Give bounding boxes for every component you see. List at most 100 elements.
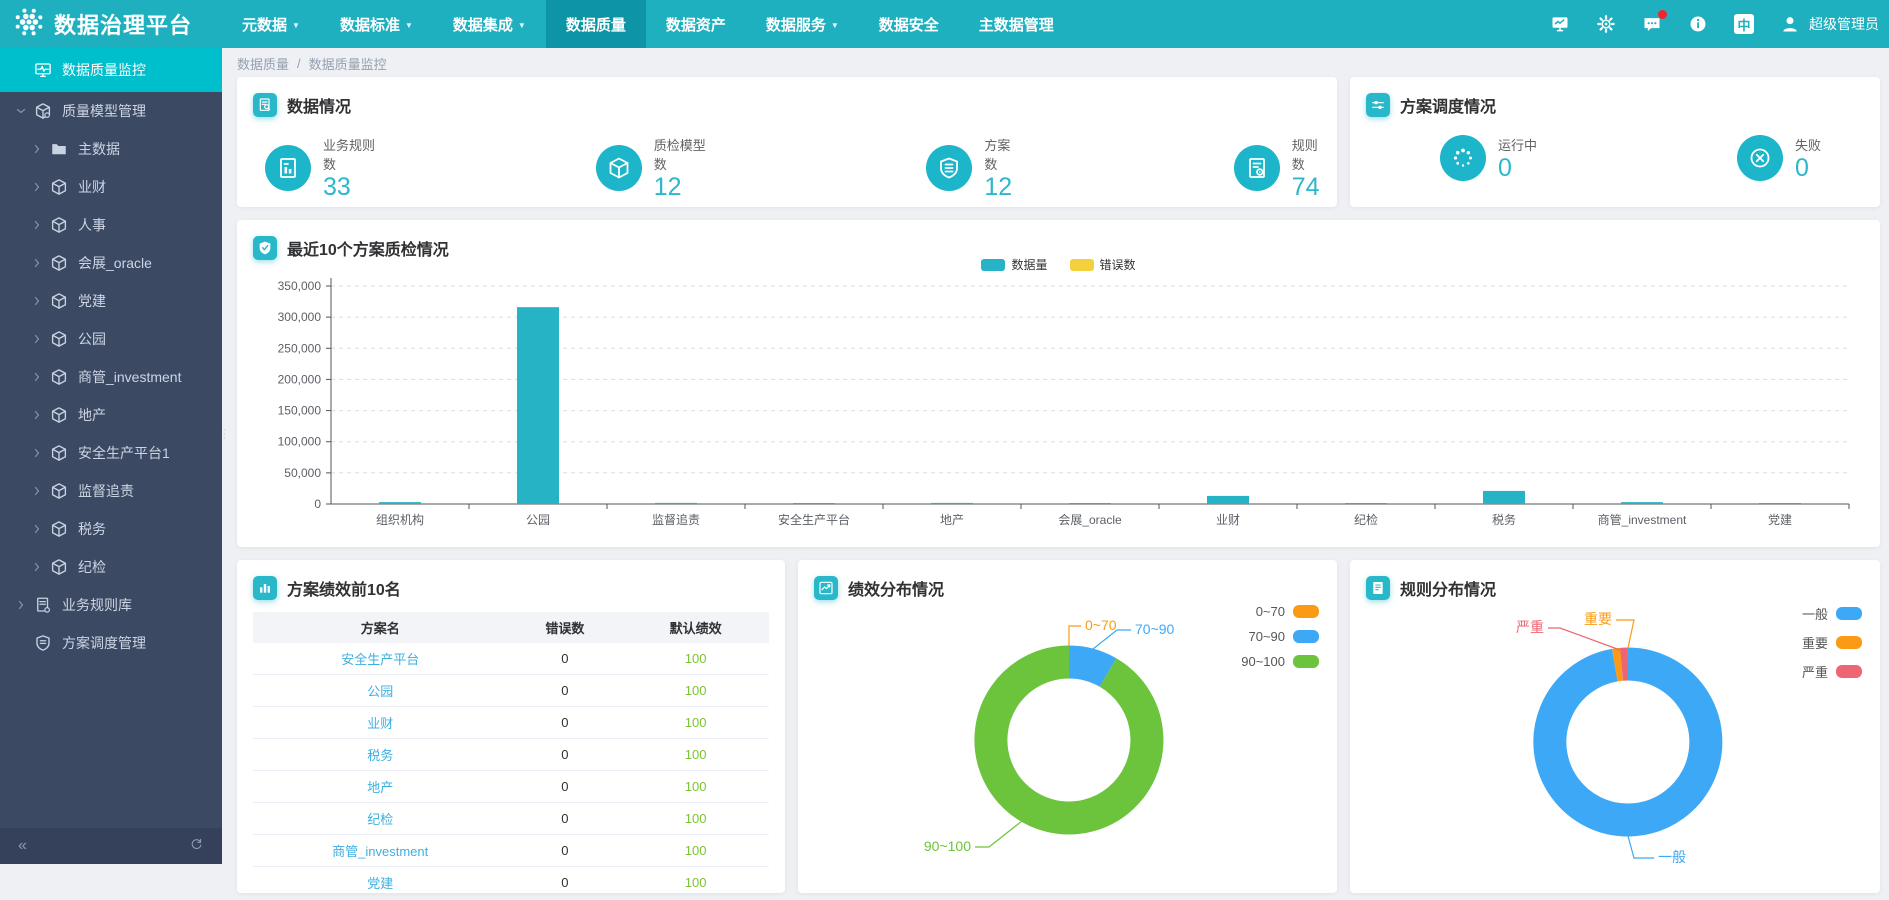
sidebar-item-label: 方案调度管理 <box>62 633 146 653</box>
error-count: 0 <box>507 771 622 803</box>
sidebar-item-质量模型管理[interactable]: 质量模型管理 <box>0 92 222 130</box>
sidebar-item-数据质量监控[interactable]: 数据质量监控 <box>0 48 222 92</box>
breadcrumb-item-current: 数据质量监控 <box>309 54 387 73</box>
stat-label: 业务规则数 <box>323 135 376 173</box>
message-icon[interactable] <box>1641 13 1663 35</box>
sidebar-item-安全生产平台1[interactable]: 安全生产平台1 <box>0 434 222 472</box>
table-row: 党建 0 100 <box>253 867 769 894</box>
svg-text:监督追责: 监督追责 <box>652 512 700 527</box>
refresh-icon[interactable] <box>189 836 204 856</box>
bar-chart-legend: 数据量 错误数 <box>237 256 1880 273</box>
sidebar-item-监督追责[interactable]: 监督追责 <box>0 472 222 510</box>
sidebar-item-业财[interactable]: 业财 <box>0 168 222 206</box>
bar-党建 <box>1759 503 1801 504</box>
table-header-默认绩效: 默认绩效 <box>622 612 769 643</box>
info-icon[interactable] <box>1687 13 1709 35</box>
sidebar-footer: « <box>0 828 222 864</box>
chevron-right-icon <box>30 218 44 232</box>
legend-item-0~70[interactable]: 0~70 <box>1241 604 1319 619</box>
sidebar-item-主数据[interactable]: 主数据 <box>0 130 222 168</box>
legend-item-重要[interactable]: 重要 <box>1802 633 1862 652</box>
default-score: 100 <box>622 675 769 707</box>
svg-text:50,000: 50,000 <box>284 466 321 480</box>
sidebar-item-公园[interactable]: 公园 <box>0 320 222 358</box>
sidebar-item-label: 人事 <box>78 215 106 235</box>
scheme-name-link[interactable]: 业财 <box>253 707 507 739</box>
sidebar-item-商管_investment[interactable]: 商管_investment <box>0 358 222 396</box>
legend-item-错误数[interactable]: 错误数 <box>1070 256 1136 273</box>
scheme-name-link[interactable]: 商管_investment <box>253 835 507 867</box>
sidebar-item-党建[interactable]: 党建 <box>0 282 222 320</box>
card-title-schedule: 方案调度情况 <box>1400 93 1496 117</box>
bar-纪检 <box>1345 503 1387 504</box>
scheme-name-link[interactable]: 党建 <box>253 867 507 894</box>
scheme-name-link[interactable]: 税务 <box>253 739 507 771</box>
sidebar-item-方案调度管理[interactable]: 方案调度管理 <box>0 624 222 662</box>
donut-label-0~70: 0~70 <box>1085 617 1117 633</box>
sidebar-item-业务规则库[interactable]: 业务规则库 <box>0 586 222 624</box>
qc-bar-chart[interactable]: 350,000300,000250,000200,000150,000100,0… <box>253 266 1864 534</box>
sidebar-menu: 数据质量监控质量模型管理主数据业财人事会展_oracle 党建公园商管_inves… <box>0 48 222 662</box>
legend-item-严重[interactable]: 严重 <box>1802 662 1862 681</box>
legend-swatch <box>1836 665 1862 678</box>
bar-公园 <box>517 307 559 504</box>
donut-label-70~90: 70~90 <box>1135 621 1175 637</box>
legend-swatch <box>1293 630 1319 643</box>
table-row: 安全生产平台 0 100 <box>253 643 769 675</box>
svg-text:350,000: 350,000 <box>278 279 322 293</box>
sidebar-resize-handle[interactable]: ⋮ <box>218 430 226 456</box>
svg-text:100,000: 100,000 <box>278 435 322 449</box>
bar-chart-icon <box>253 576 277 600</box>
stat-label: 运行中 <box>1498 135 1537 154</box>
cube-icon <box>596 145 642 191</box>
cube-gear-icon <box>34 102 52 120</box>
collapse-sidebar-icon[interactable]: « <box>18 837 27 855</box>
scheme-name-link[interactable]: 安全生产平台 <box>253 643 507 675</box>
default-score: 100 <box>622 643 769 675</box>
sidebar-item-会展_oracle[interactable]: 会展_oracle <box>0 244 222 282</box>
sidebar-item-label: 会展_oracle <box>78 253 152 273</box>
sidebar-item-地产[interactable]: 地产 <box>0 396 222 434</box>
nav-item-元数据[interactable]: 元数据▼ <box>222 0 320 48</box>
legend-label: 0~70 <box>1256 604 1285 619</box>
nav-item-数据安全[interactable]: 数据安全 <box>859 0 959 48</box>
table-header-方案名: 方案名 <box>253 612 507 643</box>
rule-donut-chart[interactable]: 重要严重一般 <box>1366 600 1864 875</box>
performance-table: 方案名错误数默认绩效安全生产平台 0 100公园 0 100业财 0 100税务… <box>253 612 769 893</box>
scheme-name-link[interactable]: 公园 <box>253 675 507 707</box>
svg-text:公园: 公园 <box>526 513 550 527</box>
table-row: 税务 0 100 <box>253 739 769 771</box>
nav-item-数据集成[interactable]: 数据集成▼ <box>433 0 546 48</box>
bar-安全生产平台 <box>793 503 835 504</box>
schedule-card: 方案调度情况 运行中 0 失败 0 <box>1350 77 1880 207</box>
legend-item-数据量[interactable]: 数据量 <box>981 256 1047 273</box>
nav-item-数据资产[interactable]: 数据资产 <box>646 0 746 48</box>
user-menu[interactable]: 超级管理员 <box>1779 13 1879 35</box>
breadcrumb-item[interactable]: 数据质量 <box>237 54 289 73</box>
donut-slice-重要 <box>1615 664 1622 665</box>
language-icon[interactable]: 中 <box>1733 13 1755 35</box>
spinner-icon <box>1440 135 1486 181</box>
perf-dist-card: 绩效分布情况 0~7070~9090~100 0~7070~9090~100 <box>798 560 1337 893</box>
legend-item-70~90[interactable]: 70~90 <box>1241 629 1319 644</box>
chevron-down-icon <box>14 104 28 118</box>
scheme-name-link[interactable]: 地产 <box>253 771 507 803</box>
nav-item-数据质量[interactable]: 数据质量 <box>546 0 646 48</box>
nav-item-数据服务[interactable]: 数据服务▼ <box>746 0 859 48</box>
nav-item-数据标准[interactable]: 数据标准▼ <box>320 0 433 48</box>
chevron-down-icon: ▼ <box>831 21 839 30</box>
stat-方案数: 方案数 12 <box>926 135 1013 200</box>
gear-icon[interactable] <box>1595 13 1617 35</box>
stat-label: 方案数 <box>984 135 1013 173</box>
scheme-name-link[interactable]: 纪检 <box>253 803 507 835</box>
sidebar-item-人事[interactable]: 人事 <box>0 206 222 244</box>
legend-item-一般[interactable]: 一般 <box>1802 604 1862 623</box>
default-score: 100 <box>622 803 769 835</box>
circle-x-icon <box>1737 135 1783 181</box>
monitor-chart-icon[interactable] <box>1549 13 1571 35</box>
sidebar-item-纪检[interactable]: 纪检 <box>0 548 222 586</box>
legend-item-90~100[interactable]: 90~100 <box>1241 654 1319 669</box>
folder-icon <box>50 140 68 158</box>
sidebar-item-税务[interactable]: 税务 <box>0 510 222 548</box>
nav-item-主数据管理[interactable]: 主数据管理 <box>959 0 1074 48</box>
